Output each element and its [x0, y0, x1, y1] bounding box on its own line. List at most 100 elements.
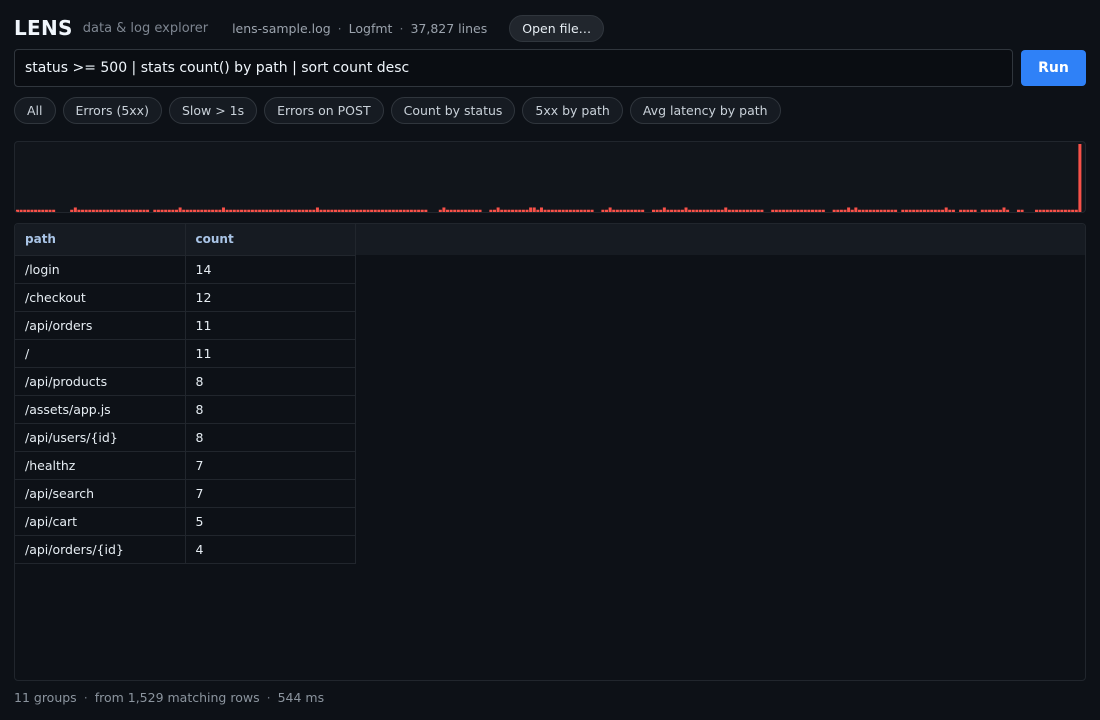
table-row[interactable]: /healthz 7	[15, 451, 356, 480]
histogram-bar	[1042, 209, 1046, 212]
histogram-bar	[247, 209, 251, 212]
histogram-bar	[203, 209, 207, 212]
table-row[interactable]: /checkout 12	[15, 283, 356, 312]
histogram-bar	[706, 209, 710, 212]
histogram-bar	[48, 209, 52, 212]
table-row[interactable]: /api/products 8	[15, 367, 356, 396]
histogram-bar	[691, 209, 695, 212]
histogram-bar	[399, 209, 403, 212]
histogram-bar	[124, 209, 128, 212]
histogram-bar	[232, 209, 236, 212]
timeline-histogram[interactable]	[14, 141, 1086, 213]
histogram-bar	[1049, 209, 1053, 212]
histogram-bar	[738, 209, 742, 212]
histogram-bar	[305, 209, 309, 212]
cell-path: /assets/app.js	[15, 395, 186, 424]
preset-chip[interactable]: All	[14, 97, 56, 124]
histogram-bar	[117, 209, 121, 212]
histogram-bar	[756, 209, 760, 212]
histogram-bar	[731, 209, 735, 212]
preset-chip[interactable]: Slow > 1s	[168, 97, 258, 124]
histogram-bar	[438, 209, 442, 212]
histogram-bar	[850, 209, 854, 212]
histogram-bar	[908, 209, 912, 212]
histogram-bar	[753, 209, 757, 212]
histogram-bar	[959, 209, 963, 212]
histogram-bar	[847, 207, 851, 212]
histogram-bar	[467, 209, 471, 212]
run-button[interactable]: Run	[1021, 50, 1086, 86]
cell-count: 8	[185, 367, 356, 396]
histogram-bar	[565, 209, 569, 212]
preset-chip[interactable]: Avg latency by path	[629, 97, 781, 124]
table-row[interactable]: /api/search 7	[15, 479, 356, 508]
histogram-bar	[872, 209, 876, 212]
histogram-bar	[680, 209, 684, 212]
histogram-bar	[261, 209, 265, 212]
histogram-bar	[88, 209, 92, 212]
histogram-bar	[735, 209, 739, 212]
preset-chip[interactable]: Errors on POST	[264, 97, 384, 124]
histogram-bar	[933, 209, 937, 212]
histogram-bar	[464, 209, 468, 212]
histogram-bar	[868, 209, 872, 212]
table-row[interactable]: /api/orders/{id} 4	[15, 535, 356, 564]
preset-chip[interactable]: 5xx by path	[522, 97, 623, 124]
histogram-bar	[586, 209, 590, 212]
query-input[interactable]	[14, 49, 1013, 87]
histogram-bar	[70, 209, 74, 212]
file-format: Logfmt	[348, 20, 393, 36]
histogram-bar	[200, 209, 204, 212]
column-header-count[interactable]: count	[185, 224, 356, 256]
histogram-bar	[196, 209, 200, 212]
histogram-bar	[655, 209, 659, 212]
histogram-bar	[250, 209, 254, 212]
histogram-bar	[854, 207, 858, 212]
cell-path: /api/orders	[15, 311, 186, 340]
histogram-bar	[771, 209, 775, 212]
histogram-bar	[717, 209, 721, 212]
histogram-bar	[923, 209, 927, 212]
histogram-bar	[341, 209, 345, 212]
file-info: lens-sample.log · Logfmt · 37,827 lines	[232, 21, 487, 36]
table-header-row: path count	[15, 224, 356, 256]
histogram-bar	[229, 209, 233, 212]
histogram-bar	[279, 209, 283, 212]
histogram-bar	[572, 209, 576, 212]
histogram-bar	[446, 209, 450, 212]
table-row[interactable]: /api/orders 11	[15, 311, 356, 340]
histogram-bar	[1060, 209, 1064, 212]
histogram-bar	[294, 209, 298, 212]
histogram-bar	[218, 209, 222, 212]
histogram-bar	[175, 209, 179, 212]
histogram-bar	[973, 209, 977, 212]
histogram-bar	[113, 209, 117, 212]
histogram-bar	[543, 209, 547, 212]
histogram-bar	[619, 209, 623, 212]
histogram-bar	[370, 209, 374, 212]
table-row[interactable]: /login 14	[15, 255, 356, 284]
cell-count: 5	[185, 507, 356, 536]
table-row[interactable]: /api/users/{id} 8	[15, 423, 356, 452]
histogram-bar	[782, 209, 786, 212]
preset-chip[interactable]: Count by status	[390, 97, 516, 124]
histogram-bar	[720, 209, 724, 212]
histogram-bar	[576, 209, 580, 212]
histogram-bar	[120, 209, 124, 212]
open-file-button[interactable]: Open file…	[509, 14, 605, 42]
histogram-bar	[297, 209, 301, 212]
cell-path: /api/search	[15, 479, 186, 508]
histogram-bar	[290, 209, 294, 212]
column-header-path[interactable]: path	[15, 224, 186, 256]
table-row[interactable]: /11	[15, 339, 356, 368]
histogram-bar	[276, 209, 280, 212]
table-row[interactable]: /assets/app.js 8	[15, 395, 356, 424]
histogram-bar	[821, 209, 825, 212]
cell-count: 11	[185, 311, 356, 340]
table-row[interactable]: /api/cart 5	[15, 507, 356, 536]
preset-chip[interactable]: Errors (5xx)	[62, 97, 162, 124]
histogram-bar	[1053, 209, 1057, 212]
histogram-bar	[550, 209, 554, 212]
histogram-bar	[384, 209, 388, 212]
histogram-bar	[221, 207, 225, 212]
